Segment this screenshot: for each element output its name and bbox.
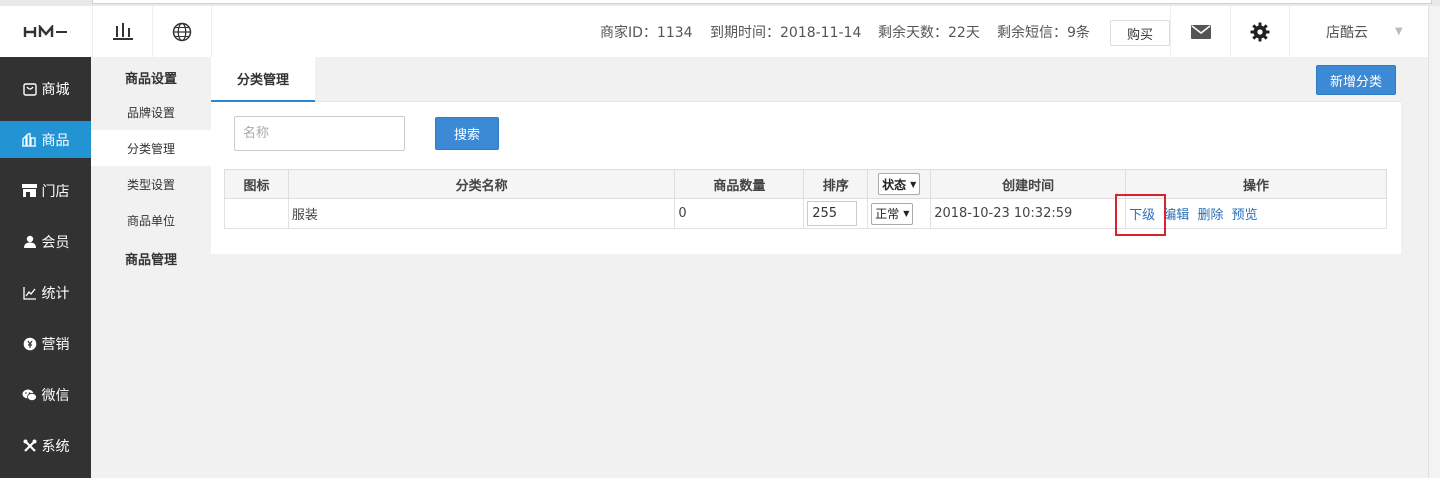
- submenu-item-type[interactable]: 类型设置: [91, 166, 211, 202]
- sidebar-item-marketing[interactable]: 营销: [0, 325, 91, 362]
- mail-icon[interactable]: [1170, 6, 1230, 57]
- vertical-scrollbar[interactable]: [1428, 6, 1440, 478]
- submenu-item-category[interactable]: 分类管理: [91, 130, 211, 166]
- edit-link[interactable]: 编辑: [1163, 208, 1189, 223]
- sidebar-item-label: 微信: [41, 387, 70, 404]
- store-icon: [22, 81, 38, 97]
- col-header-name: 分类名称: [287, 169, 676, 199]
- search-input[interactable]: [234, 116, 405, 151]
- highlight-box: [1115, 194, 1167, 236]
- sidebar-item-wechat[interactable]: 微信: [0, 376, 91, 413]
- goods-icon: [22, 132, 38, 148]
- tab-category-management[interactable]: 分类管理: [211, 57, 315, 102]
- col-header-sort: 排序: [803, 169, 869, 199]
- col-header-count: 商品数量: [674, 169, 805, 199]
- sidebar-item-label: 商品: [41, 132, 70, 149]
- sidebar-item-stores[interactable]: 门店: [0, 172, 91, 209]
- chevron-down-icon[interactable]: ▼: [1395, 6, 1403, 57]
- system-icon: [22, 438, 38, 454]
- main-sidebar: 商城 商品 门店 会员 统计 营销 微信 系统: [0, 57, 91, 478]
- remaining-days: 剩余天数：22天: [878, 24, 980, 41]
- sub-menu: 商品设置 品牌设置 分类管理 类型设置 商品单位 商品管理: [91, 57, 211, 478]
- add-category-button[interactable]: 新增分类: [1316, 65, 1396, 95]
- sidebar-item-label: 商城: [41, 81, 70, 98]
- status-value: 正常: [875, 207, 900, 221]
- shop-icon: [22, 183, 38, 199]
- merchant-id: 商家ID：1134: [600, 24, 693, 41]
- top-header: 商家ID：1134 到期时间：2018-11-14 剩余天数：22天 剩余短信：…: [0, 6, 1428, 57]
- cell-sort: [803, 198, 869, 229]
- subcategory-link-wrap: 下级: [1115, 194, 1167, 236]
- search-button[interactable]: 搜索: [435, 117, 499, 150]
- marketing-icon: [22, 336, 38, 352]
- preview-link[interactable]: 预览: [1232, 208, 1258, 223]
- col-header-status: 状态 ▼: [867, 169, 932, 199]
- expiry-date: 到期时间：2018-11-14: [710, 24, 862, 41]
- submenu-section-goods-settings: 商品设置: [124, 72, 177, 87]
- sidebar-item-label: 营销: [41, 336, 70, 353]
- main-panel: 分类管理 新增分类 搜索 图标 分类名称 商品数量 排序 状态 ▼ 创建时间: [211, 57, 1401, 254]
- chevron-down-icon: ▼: [910, 179, 917, 189]
- sidebar-item-label: 系统: [41, 438, 70, 455]
- col-header-icon: 图标: [224, 169, 289, 199]
- sidebar-item-label: 会员: [41, 234, 70, 251]
- buy-button[interactable]: 购买: [1110, 20, 1170, 46]
- sort-input[interactable]: [807, 201, 858, 226]
- sidebar-item-stats[interactable]: 统计: [0, 274, 91, 311]
- app-logo[interactable]: [0, 6, 92, 57]
- sidebar-item-mall[interactable]: 商城: [0, 70, 91, 107]
- col-header-created: 创建时间: [930, 169, 1127, 199]
- sidebar-item-members[interactable]: 会员: [0, 223, 91, 260]
- member-icon: [22, 234, 38, 250]
- tab-bar: 分类管理 新增分类: [211, 57, 1401, 102]
- table-header-row: 图标 分类名称 商品数量 排序 状态 ▼ 创建时间 操作: [224, 169, 1387, 199]
- submenu-section-goods-management[interactable]: 商品管理: [91, 249, 211, 268]
- store-name-dropdown[interactable]: 店酷云: [1292, 6, 1402, 57]
- address-bar-edge: [92, 0, 1432, 4]
- cell-name: 服装: [287, 198, 676, 229]
- gear-icon[interactable]: [1230, 6, 1290, 57]
- wechat-icon: [22, 387, 38, 403]
- submenu-item-unit[interactable]: 商品单位: [91, 202, 211, 238]
- status-filter-select[interactable]: 状态 ▼: [878, 173, 921, 195]
- table-row: 服装 0 正常 ▼ 2018-10-23 10:32:59 下级: [224, 194, 1387, 236]
- globe-icon[interactable]: [152, 6, 212, 57]
- sidebar-item-label: 统计: [41, 285, 70, 302]
- cell-icon: [224, 198, 289, 229]
- submenu-item-brand[interactable]: 品牌设置: [91, 94, 211, 130]
- cell-status: 正常 ▼: [867, 198, 932, 229]
- stats-icon: [22, 285, 38, 301]
- category-table: 图标 分类名称 商品数量 排序 状态 ▼ 创建时间 操作 服装 0 255 正常…: [224, 169, 1387, 236]
- chevron-down-icon: ▼: [903, 209, 910, 218]
- sidebar-item-label: 门店: [41, 183, 70, 200]
- delete-link[interactable]: 删除: [1197, 208, 1223, 223]
- remaining-sms: 剩余短信：9条: [997, 24, 1090, 41]
- status-select[interactable]: 正常 ▼: [871, 202, 914, 225]
- cell-count: 0: [674, 198, 805, 229]
- sidebar-item-system[interactable]: 系统: [0, 427, 91, 464]
- cell-actions: 下级 编辑 删除 预览: [1115, 194, 1387, 236]
- sidebar-item-goods[interactable]: 商品: [0, 121, 91, 158]
- cell-created: 2018-10-23 10:32:59: [930, 198, 1127, 229]
- status-filter-value: 状态: [882, 177, 907, 192]
- logo-icon: [23, 24, 67, 37]
- bar-chart-icon[interactable]: [92, 6, 152, 57]
